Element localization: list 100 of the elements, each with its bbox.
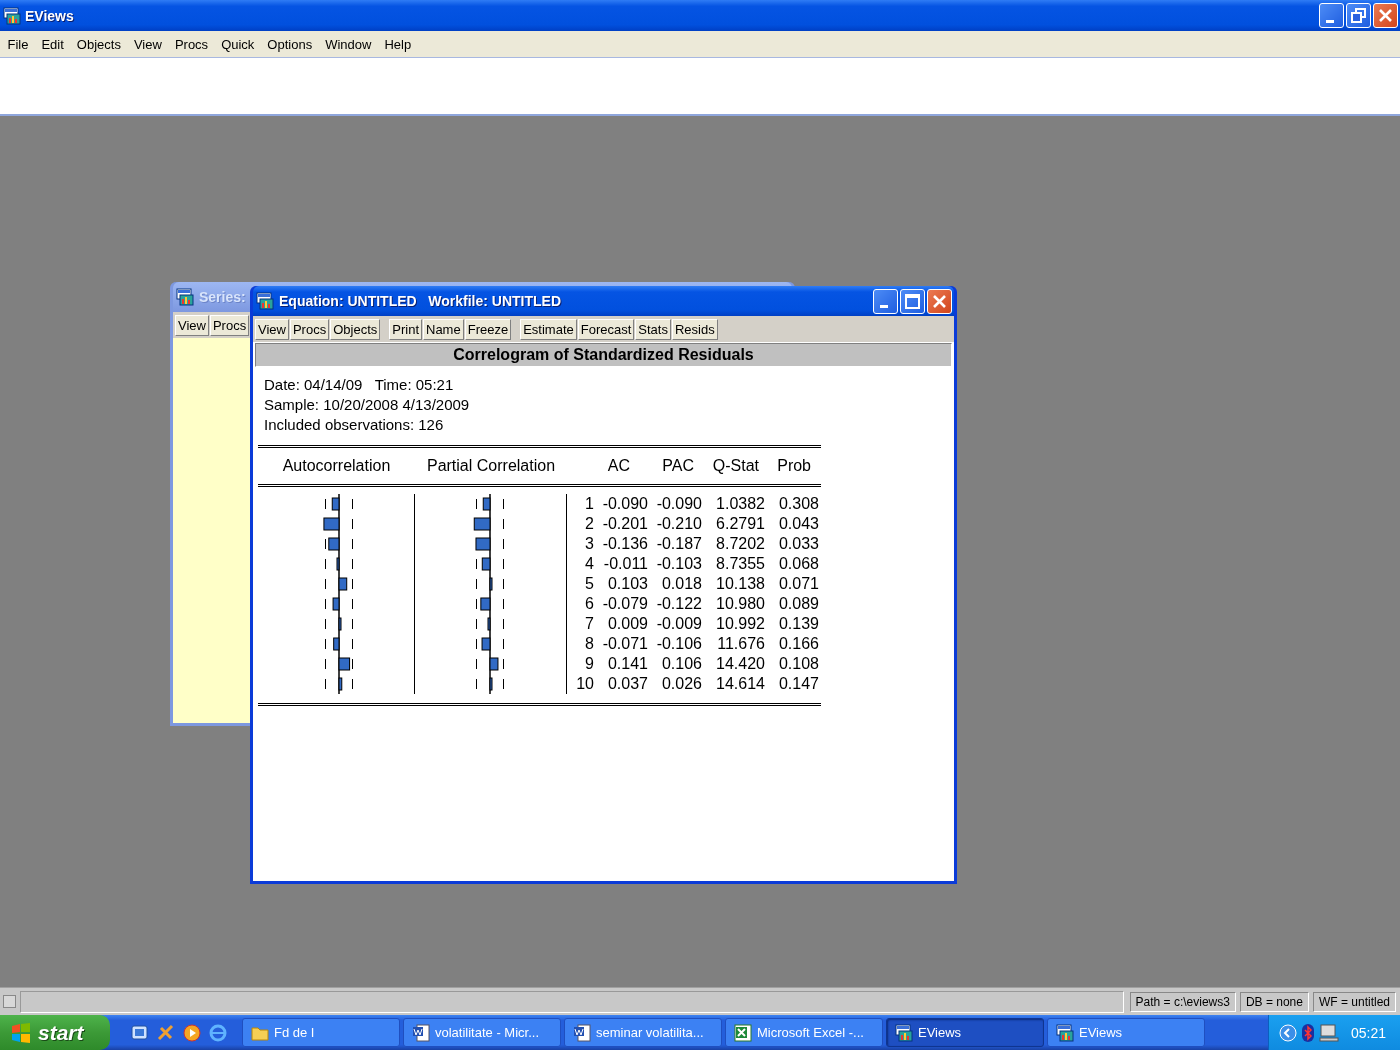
table-cell-text: 0.147 <box>777 674 819 694</box>
confidence-tick <box>503 558 504 570</box>
minimize-icon <box>1325 19 1334 23</box>
table-cell-text: 0.018 <box>660 574 702 594</box>
close-button[interactable] <box>1373 3 1398 28</box>
toolbar-button[interactable]: View <box>255 318 289 340</box>
table-cell-text: 0.026 <box>660 674 702 694</box>
menu-item[interactable]: Options <box>260 34 319 54</box>
window-title: EViews <box>25 7 74 24</box>
confidence-tick <box>352 518 353 530</box>
confidence-tick <box>503 658 504 670</box>
confidence-tick <box>352 678 353 690</box>
table-cell-text: 14.420 <box>715 654 765 674</box>
table-cell-text: -0.011 <box>602 554 648 574</box>
table-cell-text: 0.071 <box>777 574 819 594</box>
menu-item[interactable]: Window <box>318 34 378 54</box>
autocorrelation-bar <box>323 517 340 531</box>
lag-cell-text: 3 <box>584 534 594 554</box>
table-cell-text: 8.7355 <box>715 554 765 574</box>
table-cell-text: 0.108 <box>777 654 819 674</box>
status-field: WF = untitled <box>1312 991 1396 1012</box>
desktop-icon[interactable] <box>130 1022 150 1043</box>
confidence-tick <box>352 658 353 670</box>
table-cell-text: -0.090 <box>655 494 702 514</box>
minimize-button[interactable] <box>1319 3 1344 28</box>
toolbar-button[interactable]: Forecast <box>577 318 635 340</box>
toolbar-button[interactable]: View <box>175 314 209 336</box>
toolbar-button[interactable]: Stats <box>635 318 671 340</box>
table-cell-text: -0.079 <box>601 594 648 614</box>
monitor-icon[interactable] <box>1318 1022 1339 1043</box>
status-indicator-icon <box>3 995 16 1008</box>
toolbar-button[interactable]: Resids <box>671 318 718 340</box>
confidence-tick <box>476 578 477 590</box>
column-header: Partial Correlation <box>425 457 557 475</box>
lag-cell-text: 1 <box>584 494 594 514</box>
close-button[interactable] <box>927 288 952 314</box>
toolbar-button[interactable]: Estimate <box>520 318 577 340</box>
window-icon <box>176 288 194 306</box>
table-cell-text: 0.043 <box>777 514 819 534</box>
table-cell-text: 0.037 <box>606 674 648 694</box>
table-cell-text: -0.187 <box>655 534 702 554</box>
lag-cell-text: 5 <box>584 574 594 594</box>
confidence-tick <box>476 498 477 510</box>
column-header: Autocorrelation <box>281 457 392 475</box>
lag-cell-text: 9 <box>584 654 594 674</box>
browser-icon[interactable] <box>208 1022 228 1043</box>
confidence-tick <box>352 598 353 610</box>
table-cell-text: 1.0382 <box>715 494 765 514</box>
media-player-icon[interactable] <box>182 1022 202 1043</box>
start-button[interactable]: start <box>0 1015 110 1050</box>
table-cell-text: 14.614 <box>715 674 765 694</box>
confidence-tick <box>325 678 326 690</box>
confidence-tick <box>503 598 504 610</box>
menu-item[interactable]: Quick <box>214 34 261 54</box>
taskbar-button[interactable]: Fd de I <box>242 1018 400 1047</box>
minimize-button[interactable] <box>873 288 898 314</box>
taskbar-button[interactable]: EViews <box>886 1018 1044 1047</box>
confidence-tick <box>325 598 326 610</box>
taskbar-button[interactable]: Microsoft Excel -... <box>725 1018 883 1047</box>
column-header: Q-Stat <box>711 457 760 475</box>
toolbar-button[interactable]: Freeze <box>464 318 512 340</box>
maximize-button[interactable] <box>900 288 925 314</box>
autocorrelation-bar <box>331 497 340 511</box>
autocorrelation-bar <box>328 537 340 551</box>
toolbar-button[interactable]: Print <box>389 318 422 340</box>
autocorrelation-bar <box>338 657 351 671</box>
table-cell-text: 0.308 <box>777 494 819 514</box>
toolbar-button[interactable]: Objects <box>330 318 381 340</box>
table-cell-text: 0.089 <box>777 594 819 614</box>
table-cell-text: 11.676 <box>716 634 765 654</box>
confidence-tick <box>503 538 504 550</box>
menu-item[interactable]: Edit <box>34 34 71 54</box>
toolbar-button[interactable]: Procs <box>209 314 250 336</box>
menu-item[interactable]: Help <box>377 34 418 54</box>
menu-item[interactable]: File <box>1 34 35 54</box>
menu-item[interactable]: Objects <box>70 34 128 54</box>
autocorrelation-bar <box>338 617 342 631</box>
table-cell-text: 10.138 <box>715 574 765 594</box>
table-cell-text: -0.106 <box>655 634 702 654</box>
toolbar-button[interactable]: Name <box>423 318 464 340</box>
confidence-tick <box>476 638 477 650</box>
confidence-tick <box>325 558 326 570</box>
taskbar-button[interactable]: volatilitate - Micr... <box>403 1018 561 1047</box>
toolbar-button[interactable]: Procs <box>289 318 330 340</box>
info-line: Included observations: 126 <box>264 415 445 435</box>
menu-item[interactable]: View <box>127 34 169 54</box>
lag-cell-text: 6 <box>584 594 594 614</box>
tool-icon[interactable] <box>156 1022 176 1043</box>
taskbar-button[interactable]: seminar volatilita... <box>564 1018 722 1047</box>
bluetooth-icon[interactable] <box>1300 1022 1315 1043</box>
menu-item[interactable]: Procs <box>168 34 215 54</box>
table-cell-text: -0.122 <box>655 594 702 614</box>
output-heading: Correlogram of Standardized Residuals <box>255 343 952 367</box>
table-cell-text: 0.106 <box>660 654 702 674</box>
confidence-tick <box>503 618 504 630</box>
restore-button[interactable] <box>1346 3 1371 28</box>
lag-cell-text: 4 <box>584 554 594 574</box>
program-icon <box>1056 1023 1074 1042</box>
status-field: DB = none <box>1239 991 1309 1012</box>
taskbar-button[interactable]: EViews <box>1047 1018 1205 1047</box>
